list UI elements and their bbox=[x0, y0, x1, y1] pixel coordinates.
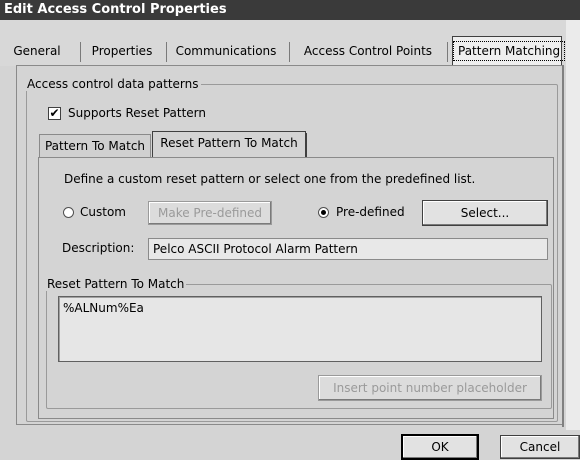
tab-access-control-points[interactable]: Access Control Points bbox=[292, 38, 444, 66]
predefined-radio-label: Pre-defined bbox=[336, 205, 405, 219]
custom-radio-label: Custom bbox=[80, 205, 126, 219]
cancel-button[interactable]: Cancel bbox=[500, 435, 580, 459]
window-title: Edit Access Control Properties bbox=[4, 2, 227, 17]
tab-separator bbox=[447, 42, 448, 62]
supports-reset-label: Supports Reset Pattern bbox=[68, 106, 207, 120]
tab-properties[interactable]: Properties bbox=[82, 38, 162, 66]
panel-shadow bbox=[562, 65, 564, 427]
tab-access-control-points-label: Access Control Points bbox=[303, 44, 433, 58]
tab-pattern-to-match[interactable]: Pattern To Match bbox=[39, 134, 151, 158]
insert-placeholder-button-label: Insert point number placeholder bbox=[333, 381, 527, 395]
check-mark-icon: ✔ bbox=[49, 106, 60, 120]
tab-shadow bbox=[305, 133, 307, 157]
tab-pattern-matching-label: Pattern Matching bbox=[453, 41, 566, 61]
description-field[interactable]: Pelco ASCII Protocol Alarm Pattern bbox=[148, 238, 548, 260]
tab-general-label: General bbox=[13, 44, 61, 58]
tab-separator bbox=[166, 42, 167, 62]
description-label: Description: bbox=[62, 241, 135, 255]
radio-selected-dot bbox=[321, 210, 326, 215]
select-button[interactable]: Select... bbox=[422, 200, 548, 226]
tab-general[interactable]: General bbox=[2, 38, 72, 66]
supports-reset-checkbox[interactable]: ✔ bbox=[48, 107, 61, 120]
make-predefined-button-label: Make Pre-defined bbox=[158, 206, 262, 220]
tab-communications[interactable]: Communications bbox=[170, 38, 282, 66]
tab-properties-label: Properties bbox=[91, 44, 153, 58]
reset-pattern-value: %ALNum%Ea bbox=[63, 301, 144, 315]
instruction-text: Define a custom reset pattern or select … bbox=[64, 172, 476, 186]
reset-pattern-legend: Reset Pattern To Match bbox=[47, 277, 185, 291]
custom-radio[interactable] bbox=[63, 207, 74, 218]
predefined-radio[interactable] bbox=[318, 207, 329, 218]
cancel-button-label: Cancel bbox=[519, 440, 561, 454]
tab-reset-pattern-to-match[interactable]: Reset Pattern To Match bbox=[152, 131, 306, 158]
tab-reset-pattern-to-match-label: Reset Pattern To Match bbox=[160, 136, 298, 150]
ok-button[interactable]: OK bbox=[402, 435, 478, 459]
window-title-bar: Edit Access Control Properties bbox=[0, 0, 580, 20]
reset-pattern-input[interactable]: %ALNum%Ea bbox=[58, 296, 542, 362]
tab-pattern-matching[interactable]: Pattern Matching bbox=[452, 36, 566, 66]
window-scrollbar[interactable] bbox=[566, 20, 580, 430]
access-control-patterns-legend: Access control data patterns bbox=[27, 77, 199, 91]
ok-button-label: OK bbox=[431, 440, 449, 454]
tab-separator bbox=[289, 42, 290, 62]
select-button-label: Select... bbox=[460, 206, 510, 220]
description-value: Pelco ASCII Protocol Alarm Pattern bbox=[153, 242, 358, 256]
insert-placeholder-button[interactable]: Insert point number placeholder bbox=[318, 375, 542, 401]
tab-communications-label: Communications bbox=[175, 44, 277, 58]
tab-pattern-to-match-label: Pattern To Match bbox=[44, 139, 146, 153]
make-predefined-button[interactable]: Make Pre-defined bbox=[148, 201, 272, 225]
tab-separator bbox=[80, 42, 81, 62]
